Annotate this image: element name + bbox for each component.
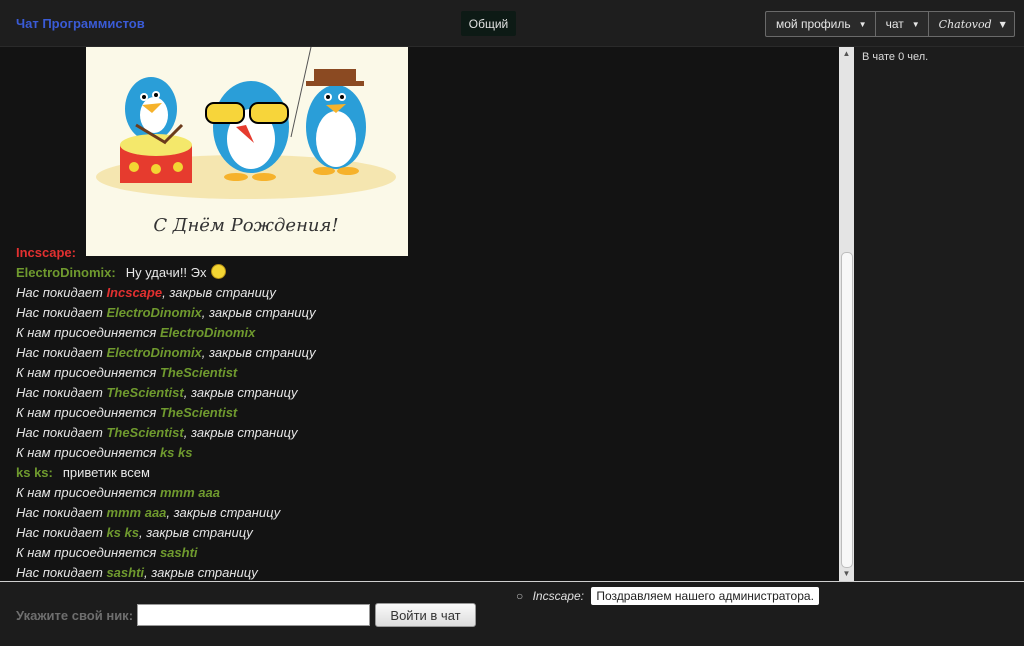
- chat-scrollbar[interactable]: ▲ ▼: [839, 47, 854, 581]
- top-menu: мой профиль ▼ чат ▼ Chatovod ▼: [765, 11, 1015, 37]
- user-nick-link[interactable]: ks ks: [160, 445, 193, 460]
- last-message-preview: ○ Incscape: Поздравляем нашего администр…: [516, 587, 819, 605]
- user-nick-link[interactable]: ElectroDinomix: [106, 305, 201, 320]
- system-text: , закрыв страницу: [162, 285, 276, 300]
- menu-chat[interactable]: чат ▼: [876, 12, 929, 36]
- message-text: Ну удачи!! Эх: [125, 265, 207, 280]
- tab-general-room[interactable]: Общий: [461, 11, 516, 36]
- chat-messages-area[interactable]: С Днём Рождения! Incscape: ElectroDinomix…: [0, 47, 839, 581]
- system-text: Нас покидает: [16, 305, 107, 320]
- system-message: К нам присоединяется TheScientist: [16, 403, 836, 423]
- system-text: Нас покидает: [16, 565, 107, 580]
- system-text: , закрыв страницу: [183, 425, 298, 440]
- system-message: К нам присоединяется mmm aaa: [16, 483, 836, 503]
- join-chat-button[interactable]: Войти в чат: [375, 603, 476, 627]
- user-nick-link[interactable]: ElectroDinomix: [160, 325, 255, 340]
- system-message: Нас покидает Incscape, закрыв страницу: [16, 283, 836, 303]
- system-message: К нам присоединяется ks ks: [16, 443, 836, 463]
- message-text: приветик всем: [62, 465, 150, 480]
- login-bar: Укажите свой ник: Войти в чат ○ Incscape…: [0, 581, 1024, 646]
- system-text: Нас покидает: [16, 285, 107, 300]
- system-message: Нас покидает ElectroDinomix, закрыв стра…: [16, 343, 836, 363]
- system-text: , закрыв страницу: [166, 505, 281, 520]
- system-text: Нас покидает: [16, 385, 107, 400]
- chevron-down-icon: ▼: [999, 19, 1006, 29]
- system-message: Нас покидает TheScientist, закрыв страни…: [16, 423, 836, 443]
- system-text: , закрыв страницу: [144, 565, 258, 580]
- system-text: К нам присоединяется: [16, 405, 160, 420]
- user-nick-link[interactable]: TheScientist: [106, 425, 183, 440]
- preview-text: Поздравляем нашего администратора.: [591, 587, 819, 605]
- system-text: , закрыв страницу: [201, 345, 316, 360]
- system-message: К нам присоединяется sashti: [16, 543, 836, 563]
- menu-my-profile[interactable]: мой профиль ▼: [766, 12, 876, 36]
- menu-my-profile-label: мой профиль: [776, 17, 851, 31]
- menu-chatovod[interactable]: Chatovod ▼: [929, 12, 1014, 36]
- system-message: Нас покидает sashti, закрыв страницу: [16, 563, 836, 581]
- scroll-down-icon[interactable]: ▼: [839, 567, 854, 581]
- system-message: Нас покидает TheScientist, закрыв страни…: [16, 383, 836, 403]
- message-list: Incscape: ElectroDinomix: Ну удачи!! Эх Нас…: [16, 243, 836, 581]
- system-text: К нам присоединяется: [16, 485, 160, 500]
- message-author[interactable]: ks ks:: [16, 465, 53, 480]
- system-text: , закрыв страницу: [201, 305, 316, 320]
- system-text: , закрыв страницу: [138, 525, 253, 540]
- system-text: К нам присоединяется: [16, 545, 160, 560]
- user-nick-link[interactable]: TheScientist: [106, 385, 183, 400]
- nick-input[interactable]: [137, 604, 370, 626]
- user-nick-link[interactable]: sashti: [160, 545, 198, 560]
- user-nick-link[interactable]: TheScientist: [160, 405, 237, 420]
- chevron-down-icon: ▼: [911, 19, 920, 29]
- chatovod-logo: Chatovod: [938, 17, 992, 31]
- system-message: Нас покидает ElectroDinomix, закрыв стра…: [16, 303, 836, 323]
- user-nick-link[interactable]: sashti: [106, 565, 144, 580]
- system-text: Нас покидает: [16, 425, 107, 440]
- image-caption: С Днём Рождения!: [153, 215, 338, 236]
- system-message: Нас покидает ks ks, закрыв страницу: [16, 523, 836, 543]
- site-title-link[interactable]: Чат Программистов: [16, 16, 145, 31]
- system-text: К нам присоединяется: [16, 365, 160, 380]
- system-message: Нас покидает mmm aaa, закрыв страницу: [16, 503, 836, 523]
- scrollbar-thumb[interactable]: [841, 252, 853, 568]
- system-text: Нас покидает: [16, 525, 107, 540]
- user-nick-link[interactable]: ks ks: [106, 525, 139, 540]
- message-author[interactable]: ElectroDinomix:: [16, 265, 116, 280]
- chevron-down-icon: ▼: [858, 19, 867, 29]
- user-nick-link[interactable]: TheScientist: [160, 365, 237, 380]
- user-nick-link[interactable]: Incscape: [106, 285, 162, 300]
- user-nick-link[interactable]: ElectroDinomix: [106, 345, 201, 360]
- chat-message: Incscape:: [16, 243, 836, 263]
- menu-chat-label: чат: [885, 17, 904, 31]
- message-author[interactable]: Incscape:: [16, 245, 76, 260]
- system-text: , закрыв страницу: [183, 385, 298, 400]
- system-text: К нам присоединяется: [16, 445, 160, 460]
- sad-smiley-icon: [210, 264, 226, 279]
- online-count: В чате 0 чел.: [862, 51, 929, 63]
- user-nick-link[interactable]: mmm aaa: [160, 485, 220, 500]
- system-text: К нам присоединяется: [16, 325, 160, 340]
- top-bar: Чат Программистов Общий мой профиль ▼ ча…: [0, 0, 1024, 47]
- system-text: Нас покидает: [16, 505, 107, 520]
- system-text: Нас покидает: [16, 345, 107, 360]
- preview-author: Incscape:: [532, 589, 584, 603]
- user-nick-link[interactable]: mmm aaa: [106, 505, 166, 520]
- scroll-up-icon[interactable]: ▲: [839, 47, 854, 61]
- nick-label: Укажите свой ник:: [16, 608, 134, 623]
- chat-message: ElectroDinomix: Ну удачи!! Эх: [16, 263, 836, 283]
- system-message: К нам присоединяется ElectroDinomix: [16, 323, 836, 343]
- users-sidebar: В чате 0 чел.: [854, 47, 1024, 581]
- system-message: К нам присоединяется TheScientist: [16, 363, 836, 383]
- chat-message: ks ks: приветик всем: [16, 463, 836, 483]
- birthday-penguins-image: С Днём Рождения!: [86, 47, 408, 256]
- bullet-icon: ○: [516, 589, 524, 603]
